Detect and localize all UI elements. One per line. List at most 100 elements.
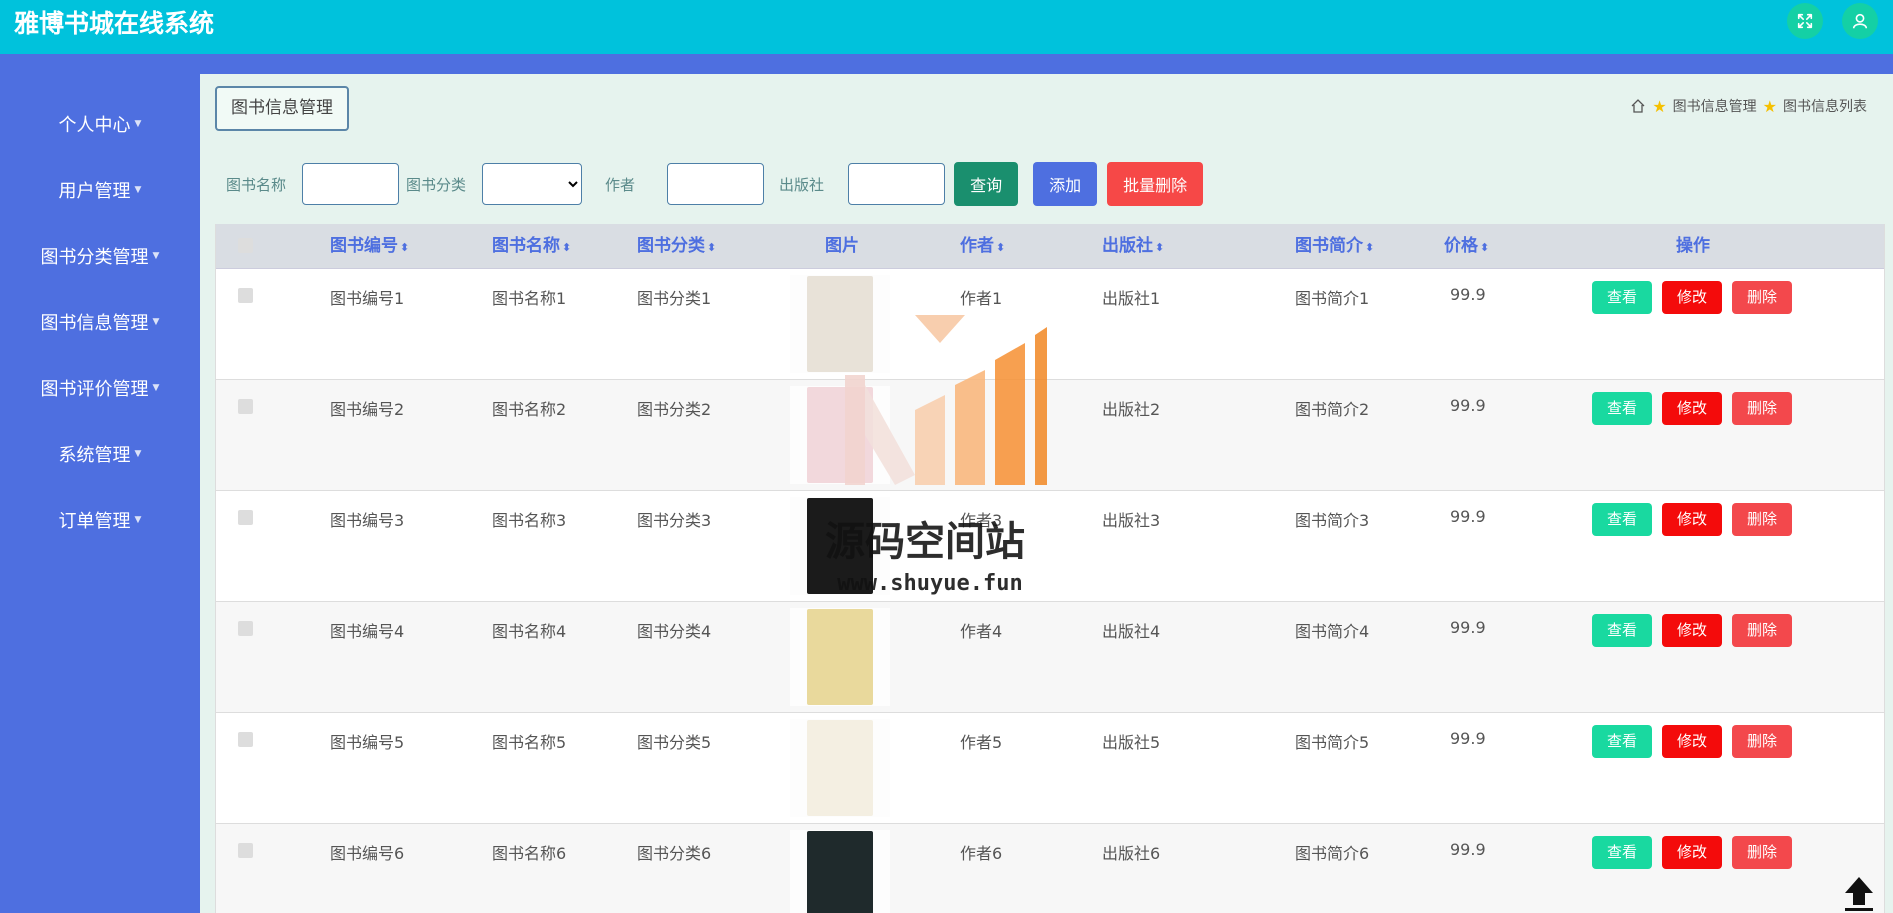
edit-button[interactable]: 修改 — [1662, 725, 1722, 758]
query-button[interactable]: 查询 — [954, 162, 1019, 206]
book-cover — [807, 720, 873, 816]
table-row: 图书编号4 图书名称4 图书分类4 作者4 出版社4 图书简介4 99.9 查看 修改 删除 — [216, 602, 1884, 713]
book-cover-image — [790, 719, 890, 817]
delete-button[interactable]: 删除 — [1732, 836, 1792, 869]
fullscreen-icon[interactable] — [1787, 3, 1823, 39]
cell-price: 99.9 — [1450, 840, 1486, 859]
cell-book-name: 图书名称4 — [492, 622, 567, 641]
cell-publisher: 出版社2 — [1102, 400, 1161, 419]
delete-button[interactable]: 删除 — [1732, 392, 1792, 425]
row-checkbox[interactable] — [238, 843, 253, 858]
sidebar-item-user-management[interactable]: 用户管理 ▼ — [0, 157, 200, 223]
book-cover — [807, 276, 873, 372]
cell-price: 99.9 — [1450, 507, 1486, 526]
row-checkbox[interactable] — [238, 288, 253, 303]
row-checkbox[interactable] — [238, 621, 253, 636]
sidebar-item-label: 图书评价管理 — [40, 379, 149, 400]
cell-book-category: 图书分类4 — [637, 622, 712, 641]
breadcrumb-item[interactable]: 图书信息管理 — [1673, 96, 1757, 116]
author-input[interactable] — [667, 163, 765, 205]
sidebar-item-review-management[interactable]: 图书评价管理 ▼ — [0, 355, 200, 421]
book-cover — [807, 831, 873, 913]
main-content: 图书信息管理 ★ 图书信息管理 ★ 图书信息列表 图书名称 图书分类 作者 出版… — [200, 74, 1893, 913]
cell-publisher: 出版社3 — [1102, 511, 1161, 530]
sort-icon: ⬍ — [1155, 241, 1165, 254]
user-icon[interactable] — [1842, 3, 1878, 39]
view-button[interactable]: 查看 — [1592, 503, 1652, 536]
cell-book-id: 图书编号1 — [330, 289, 405, 308]
back-to-top-icon[interactable] — [1839, 873, 1879, 913]
caret-down-icon: ▼ — [134, 515, 142, 525]
caret-down-icon: ▼ — [152, 317, 160, 327]
row-checkbox[interactable] — [238, 510, 253, 525]
row-actions: 查看 修改 删除 — [1592, 392, 1792, 425]
cell-intro: 图书简介4 — [1295, 622, 1370, 641]
sort-icon: ⬍ — [1365, 241, 1375, 254]
delete-button[interactable]: 删除 — [1732, 503, 1792, 536]
page-tab[interactable]: 图书信息管理 — [215, 86, 349, 131]
cell-publisher: 出版社6 — [1102, 844, 1161, 863]
cell-publisher: 出版社5 — [1102, 733, 1161, 752]
home-icon[interactable] — [1630, 98, 1646, 114]
sidebar-item-system-management[interactable]: 系统管理 ▼ — [0, 421, 200, 487]
cell-book-category: 图书分类2 — [637, 400, 712, 419]
view-button[interactable]: 查看 — [1592, 392, 1652, 425]
select-all-checkbox[interactable] — [238, 238, 253, 253]
cell-author: 作者3 — [960, 511, 1003, 530]
column-header-id[interactable]: 图书编号 ⬍ — [330, 224, 409, 268]
column-header-publisher[interactable]: 出版社 ⬍ — [1102, 224, 1164, 268]
sidebar-item-personal-center[interactable]: 个人中心 ▼ — [0, 91, 200, 157]
sidebar-item-book-management[interactable]: 图书信息管理 ▼ — [0, 289, 200, 355]
cell-book-name: 图书名称5 — [492, 733, 567, 752]
column-header-intro[interactable]: 图书简介 ⬍ — [1295, 224, 1374, 268]
cell-book-name: 图书名称2 — [492, 400, 567, 419]
edit-button[interactable]: 修改 — [1662, 281, 1722, 314]
sidebar-item-label: 个人中心 — [58, 115, 131, 136]
sort-icon: ⬍ — [1480, 241, 1490, 254]
sidebar-item-label: 图书信息管理 — [40, 313, 149, 334]
delete-button[interactable]: 删除 — [1732, 614, 1792, 647]
cell-publisher: 出版社4 — [1102, 622, 1161, 641]
sidebar-item-order-management[interactable]: 订单管理 ▼ — [0, 487, 200, 553]
book-category-select[interactable] — [482, 163, 583, 205]
add-button[interactable]: 添加 — [1033, 162, 1098, 206]
table-row: 图书编号5 图书名称5 图书分类5 作者5 出版社5 图书简介5 99.9 查看 修改 删除 — [216, 713, 1884, 824]
cell-author: 作者5 — [960, 733, 1003, 752]
view-button[interactable]: 查看 — [1592, 614, 1652, 647]
cell-book-id: 图书编号5 — [330, 733, 405, 752]
delete-button[interactable]: 删除 — [1732, 281, 1792, 314]
cell-book-category: 图书分类1 — [637, 289, 712, 308]
sidebar-item-label: 用户管理 — [58, 181, 131, 202]
book-cover-image — [790, 275, 890, 373]
view-button[interactable]: 查看 — [1592, 836, 1652, 869]
sidebar-item-label: 系统管理 — [58, 445, 131, 466]
delete-button[interactable]: 删除 — [1732, 725, 1792, 758]
batch-delete-button[interactable]: 批量删除 — [1107, 162, 1204, 206]
cell-book-id: 图书编号2 — [330, 400, 405, 419]
publisher-input[interactable] — [848, 163, 946, 205]
cell-price: 99.9 — [1450, 729, 1486, 748]
book-cover-image — [790, 830, 890, 913]
view-button[interactable]: 查看 — [1592, 281, 1652, 314]
cell-book-name: 图书名称6 — [492, 844, 567, 863]
caret-down-icon: ▼ — [152, 251, 160, 261]
cell-intro: 图书简介1 — [1295, 289, 1370, 308]
column-header-price[interactable]: 价格 ⬍ — [1444, 224, 1489, 268]
edit-button[interactable]: 修改 — [1662, 836, 1722, 869]
cell-author: 作者6 — [960, 844, 1003, 863]
sidebar-item-category-management[interactable]: 图书分类管理 ▼ — [0, 223, 200, 289]
column-header-name[interactable]: 图书名称 ⬍ — [492, 224, 571, 268]
sidebar-item-label: 订单管理 — [58, 511, 131, 532]
caret-down-icon: ▼ — [134, 185, 142, 195]
edit-button[interactable]: 修改 — [1662, 392, 1722, 425]
sort-icon: ⬍ — [707, 241, 717, 254]
column-header-category[interactable]: 图书分类 ⬍ — [637, 224, 716, 268]
row-actions: 查看 修改 删除 — [1592, 614, 1792, 647]
row-checkbox[interactable] — [238, 399, 253, 414]
edit-button[interactable]: 修改 — [1662, 503, 1722, 536]
column-header-author[interactable]: 作者 ⬍ — [960, 224, 1005, 268]
row-checkbox[interactable] — [238, 732, 253, 747]
view-button[interactable]: 查看 — [1592, 725, 1652, 758]
book-name-input[interactable] — [302, 163, 400, 205]
edit-button[interactable]: 修改 — [1662, 614, 1722, 647]
